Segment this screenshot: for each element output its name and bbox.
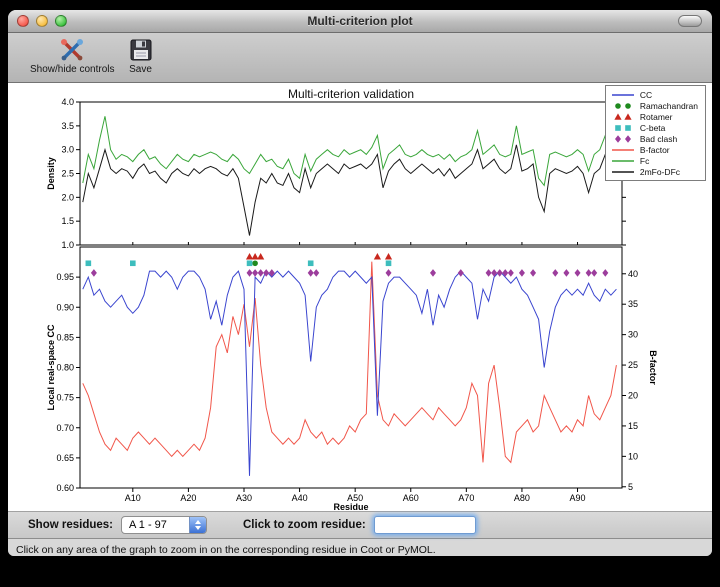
svg-text:5: 5 [628, 482, 633, 492]
series-B-factor [83, 262, 617, 463]
x-tick-label: A60 [403, 493, 419, 503]
legend-label: Ramachandran [640, 101, 698, 111]
svg-text:20: 20 [628, 390, 638, 400]
svg-text:0.85: 0.85 [56, 332, 74, 342]
legend-circle-icon [610, 101, 636, 111]
minimize-button[interactable] [36, 15, 48, 27]
residue-axis-label: Residue [333, 502, 368, 511]
chart-title: Multi-criterion validation [288, 87, 414, 101]
legend-item-ramachandran: Ramachandran [610, 100, 698, 111]
show-hide-controls-label: Show/hide controls [30, 64, 115, 75]
legend-line-swatch [610, 145, 636, 155]
x-tick-label: A10 [125, 493, 141, 503]
cc-bfactor-plot[interactable]: 0.60 0.65 0.70 0.75 0.80 0.85 0.90 0.95 5 10 15 20 2… [46, 247, 658, 511]
crossed-tools-icon [59, 37, 85, 63]
legend-item-rotamer: Rotamer [610, 111, 698, 122]
markers-c-beta [86, 260, 392, 266]
show-residues-value: A 1 - 97 [122, 517, 189, 533]
app-window: Multi-criterion plot Show/hide controls [8, 10, 712, 556]
markers-rotamer [246, 253, 392, 259]
svg-text:3.0: 3.0 [61, 145, 74, 155]
x-tick-label: A20 [180, 493, 196, 503]
show-residues-label: Show residues: [28, 519, 113, 531]
legend-item-bad-clash: Bad clash [610, 133, 698, 144]
titlebar: Multi-criterion plot [8, 10, 712, 33]
legend-label: C-beta [640, 123, 666, 133]
x-tick-label: A30 [236, 493, 252, 503]
svg-text:3.5: 3.5 [61, 121, 74, 131]
legend: CCRamachandranRotamerC-betaBad clashB-fa… [605, 85, 706, 181]
floppy-disk-icon [129, 37, 153, 63]
svg-text:0.75: 0.75 [56, 393, 74, 403]
svg-text:0.80: 0.80 [56, 363, 74, 373]
legend-square-icon [610, 123, 636, 133]
legend-item-c-beta: C-beta [610, 122, 698, 133]
svg-text:0.90: 0.90 [56, 302, 74, 312]
svg-text:10: 10 [628, 451, 638, 461]
svg-text:0.65: 0.65 [56, 453, 74, 463]
svg-text:2.5: 2.5 [61, 169, 74, 179]
svg-text:0.95: 0.95 [56, 272, 74, 282]
x-tick-label: A40 [292, 493, 308, 503]
legend-label: CC [640, 90, 652, 100]
legend-label: Bad clash [640, 134, 677, 144]
toolbar: Show/hide controls Save [8, 33, 712, 83]
controls-bar: Show residues: A 1 - 97 Click to zoom re… [8, 511, 712, 539]
svg-text:1.5: 1.5 [61, 216, 74, 226]
legend-label: Fc [640, 156, 649, 166]
legend-line-swatch [610, 156, 636, 166]
legend-item-b-factor: B-factor [610, 144, 698, 155]
svg-text:0.70: 0.70 [56, 423, 74, 433]
svg-text:1.0: 1.0 [61, 240, 74, 250]
window-buttons [17, 15, 67, 27]
legend-label: 2mFo-DFc [640, 167, 680, 177]
svg-text:30: 30 [628, 330, 638, 340]
legend-item-2mfo-dfc: 2mFo-DFc [610, 166, 698, 177]
stepper-icon [189, 517, 206, 533]
legend-item-cc: CC [610, 89, 698, 100]
svg-text:15: 15 [628, 421, 638, 431]
status-text: Click on any area of the graph to zoom i… [16, 544, 436, 556]
series-2mFo-DFc [83, 145, 617, 236]
legend-diamond-icon [610, 134, 636, 144]
zoom-residue-label: Click to zoom residue: [243, 519, 366, 531]
status-bar: Click on any area of the graph to zoom i… [8, 539, 712, 556]
svg-text:0.60: 0.60 [56, 483, 74, 493]
zoom-window-button[interactable] [55, 15, 67, 27]
cc-axis-label: Local real-space CC [46, 324, 56, 411]
series-Fc [83, 116, 617, 185]
svg-text:4.0: 4.0 [61, 97, 74, 107]
legend-triangle-icon [610, 112, 636, 122]
save-label: Save [129, 64, 152, 75]
legend-label: B-factor [640, 145, 670, 155]
density-axis-label: Density [46, 157, 56, 190]
close-button[interactable] [17, 15, 29, 27]
show-hide-controls-button[interactable]: Show/hide controls [26, 36, 119, 76]
toolbar-toggle-button[interactable] [678, 15, 702, 27]
density-plot[interactable]: 1.0 1.5 2.0 2.5 3.0 3.5 4.0 Density [46, 97, 626, 250]
series-CC [83, 271, 617, 476]
x-tick-label: A70 [458, 493, 474, 503]
show-residues-select[interactable]: A 1 - 97 [121, 516, 207, 534]
x-tick-label: A90 [570, 493, 586, 503]
legend-item-fc: Fc [610, 155, 698, 166]
save-button[interactable]: Save [125, 36, 157, 76]
legend-line-swatch [610, 167, 636, 177]
legend-label: Rotamer [640, 112, 673, 122]
svg-text:40: 40 [628, 269, 638, 279]
zoom-residue-input[interactable] [374, 516, 476, 534]
svg-text:2.0: 2.0 [61, 192, 74, 202]
x-tick-label: A80 [514, 493, 530, 503]
svg-text:35: 35 [628, 299, 638, 309]
plot-panel: Multi-criterion validation 1.0 1.5 2.0 2.5 3.… [8, 83, 712, 511]
window-title: Multi-criterion plot [307, 14, 412, 28]
svg-text:25: 25 [628, 360, 638, 370]
legend-line-swatch [610, 90, 636, 100]
markers-ramachandran [252, 260, 258, 266]
bfactor-axis-label: B-factor [648, 350, 658, 385]
